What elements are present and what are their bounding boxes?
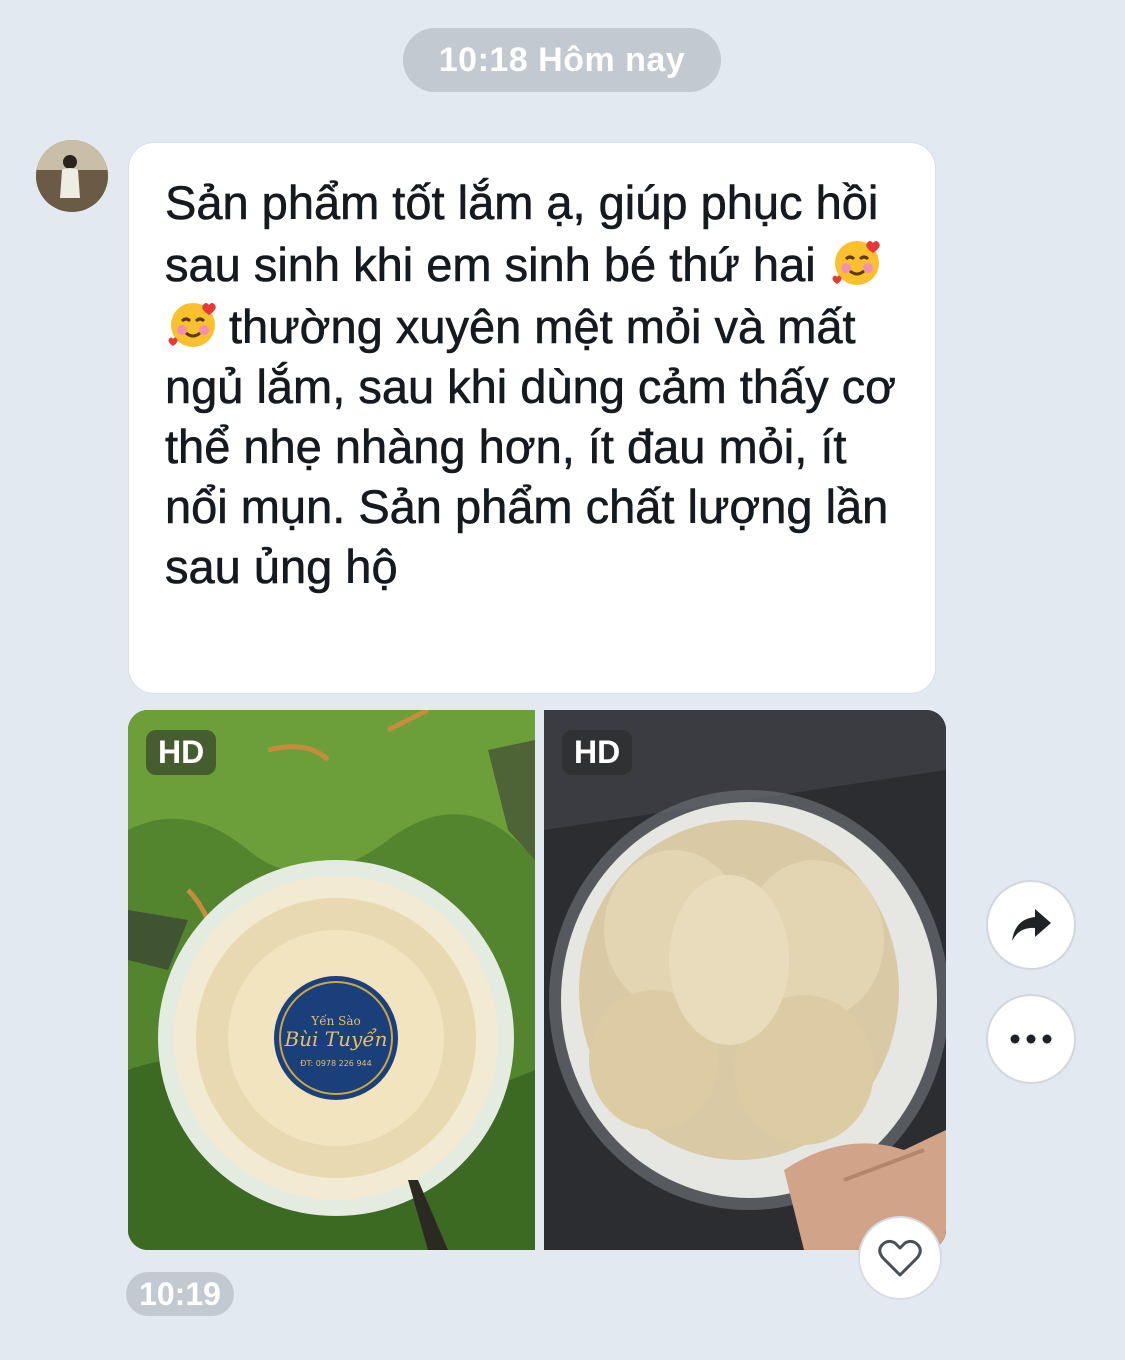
smiling-face-with-hearts-icon (829, 233, 885, 289)
react-button[interactable] (858, 1216, 942, 1300)
label-phone: ĐT: 0978 226 944 (300, 1059, 371, 1068)
label-name: Bùi Tuyển (283, 1027, 387, 1051)
heart-icon (878, 1239, 922, 1277)
photo-birds-nest-hand[interactable]: HD (544, 710, 946, 1250)
label-brand: Yến Sào (310, 1013, 360, 1028)
share-button[interactable] (986, 880, 1076, 970)
photo-birds-nest-box[interactable]: Yến Sào Bùi Tuyển ĐT: 0978 226 944 HD (128, 710, 535, 1250)
smiling-face-with-hearts-icon (165, 295, 221, 351)
more-icon (1010, 1034, 1052, 1044)
date-separator: 10:18 Hôm nay (403, 28, 721, 92)
message-time: 10:19 (126, 1272, 234, 1316)
message-bubble[interactable]: Sản phẩm tốt lắm ạ, giúp phục hồi sau si… (128, 142, 936, 694)
more-button[interactable] (986, 994, 1076, 1084)
hd-badge: HD (562, 730, 633, 775)
hd-badge: HD (146, 730, 217, 775)
share-icon (1012, 909, 1051, 941)
message-text: Sản phẩm tốt lắm ạ, giúp phục hồi sau si… (165, 176, 897, 594)
avatar[interactable] (36, 140, 108, 212)
